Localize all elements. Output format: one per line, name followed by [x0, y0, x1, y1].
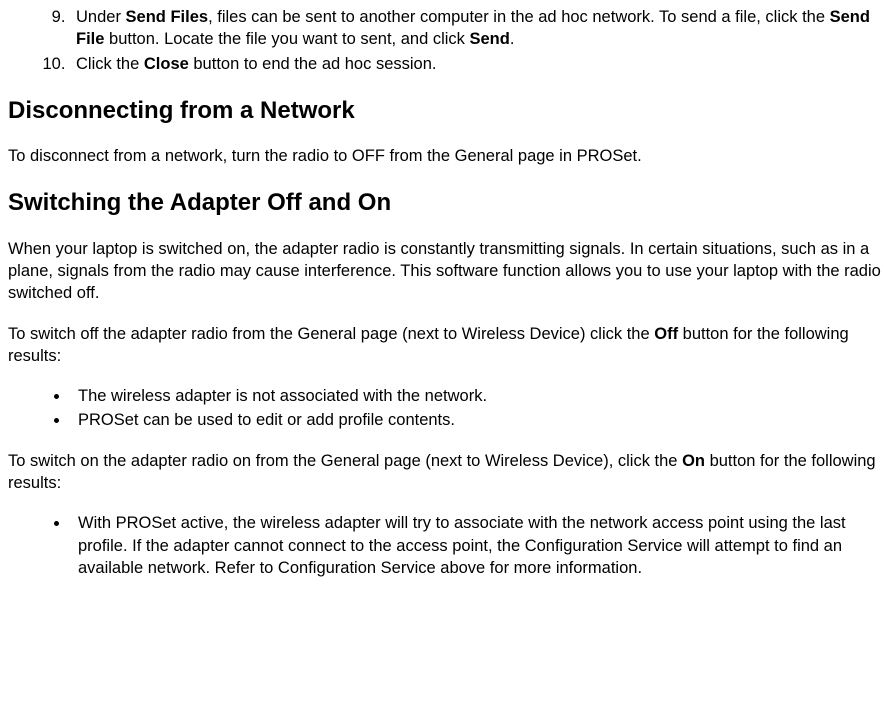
step-9-text-post: .	[510, 30, 515, 48]
paragraph-on: To switch on the adapter radio on from t…	[8, 450, 884, 495]
on-bullet-1: With PROSet active, the wireless adapter…	[70, 512, 884, 579]
step-10-bold-close: Close	[144, 55, 189, 73]
off-bullet-2: PROSet can be used to edit or add profil…	[70, 409, 884, 431]
paragraph-on-bold: On	[682, 452, 705, 470]
paragraph-on-pre: To switch on the adapter radio on from t…	[8, 452, 682, 470]
step-9-text-pre: Under	[76, 8, 126, 26]
paragraph-disconnect: To disconnect from a network, turn the r…	[8, 145, 884, 167]
off-results-list: The wireless adapter is not associated w…	[8, 385, 884, 432]
paragraph-off-bold: Off	[654, 325, 678, 343]
step-10: Click the Close button to end the ad hoc…	[70, 53, 884, 75]
step-9-bold-send: Send	[470, 30, 510, 48]
step-9-text-mid1: , files can be sent to another computer …	[208, 8, 830, 26]
off-bullet-1: The wireless adapter is not associated w…	[70, 385, 884, 407]
step-9-bold-sendfiles: Send Files	[126, 8, 209, 26]
step-10-text-pre: Click the	[76, 55, 144, 73]
paragraph-off-pre: To switch off the adapter radio from the…	[8, 325, 654, 343]
paragraph-off: To switch off the adapter radio from the…	[8, 323, 884, 368]
heading-switching: Switching the Adapter Off and On	[8, 187, 884, 219]
step-9: Under Send Files, files can be sent to a…	[70, 6, 884, 51]
step-9-text-mid2: button. Locate the file you want to sent…	[104, 30, 469, 48]
step-10-text-post: button to end the ad hoc session.	[189, 55, 437, 73]
paragraph-switch-intro: When your laptop is switched on, the ada…	[8, 238, 884, 305]
heading-disconnecting: Disconnecting from a Network	[8, 95, 884, 127]
on-results-list: With PROSet active, the wireless adapter…	[8, 512, 884, 579]
numbered-steps: Under Send Files, files can be sent to a…	[8, 6, 884, 75]
